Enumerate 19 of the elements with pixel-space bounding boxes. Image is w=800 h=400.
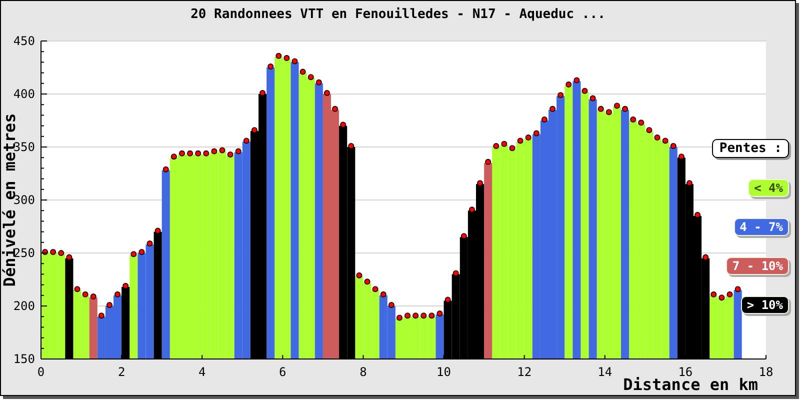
x-tick-label: 12 — [517, 365, 532, 379]
x-tick-label: 0 — [37, 365, 45, 379]
y-tick-label: 150 — [13, 352, 35, 366]
legend-title: Pentes : — [712, 139, 789, 158]
y-tick-label: 400 — [13, 87, 35, 101]
x-tick-label: 4 — [198, 365, 206, 379]
x-tick-label: 18 — [758, 365, 774, 379]
x-tick-label: 2 — [118, 365, 126, 379]
chart-title: 20 Randonnees VTT en Fenouilledes - N17 - Aqueduc ... — [190, 6, 606, 24]
legend-item: < 4% — [748, 179, 789, 197]
legend-item: > 10% — [740, 296, 789, 314]
x-tick-label: 10 — [436, 365, 451, 379]
x-tick-label: 8 — [360, 365, 367, 379]
x-tick-label: 6 — [279, 365, 286, 379]
y-tick-label: 450 — [13, 34, 35, 48]
legend-item: 7 - 10% — [726, 257, 789, 275]
legend-item: 4 - 7% — [734, 218, 789, 236]
x-tick-label: 14 — [598, 365, 612, 379]
y-tick-label: 200 — [13, 299, 35, 313]
